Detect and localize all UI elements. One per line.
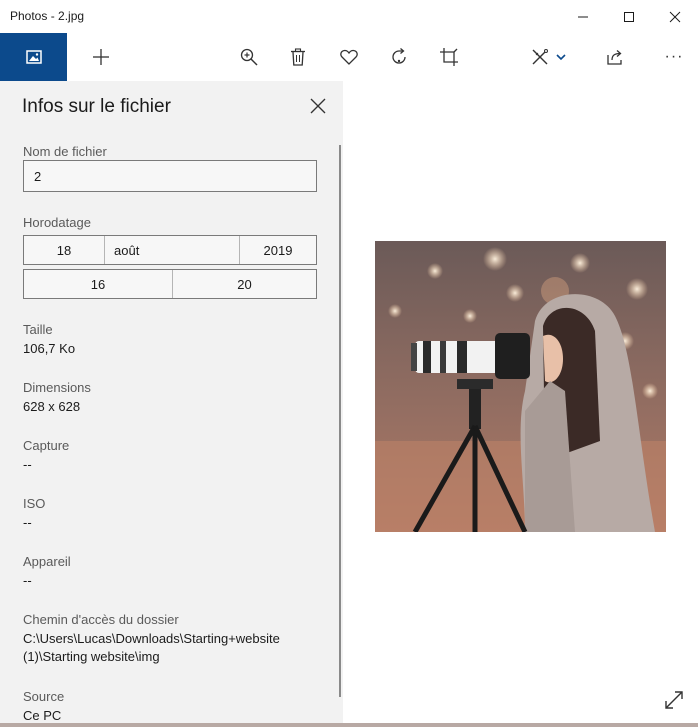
iso-value: -- (23, 515, 32, 530)
date-year[interactable]: 2019 (240, 236, 316, 264)
maximize-button[interactable] (606, 0, 652, 33)
zoom-in-icon (240, 48, 258, 66)
fullscreen-button[interactable] (662, 688, 686, 712)
image-icon (25, 50, 42, 64)
minimize-icon (578, 16, 588, 17)
close-icon (669, 11, 681, 22)
file-info-button[interactable] (0, 33, 67, 81)
add-icon (93, 49, 109, 65)
delete-button[interactable] (275, 33, 321, 81)
more-button[interactable]: ··· (651, 33, 697, 81)
date-month[interactable]: août (114, 236, 139, 264)
minimize-button[interactable] (560, 0, 606, 33)
favorite-icon (340, 49, 358, 65)
photo-woman-with-camera (375, 241, 666, 532)
rotate-button[interactable] (376, 33, 422, 81)
time-hour[interactable]: 16 (24, 270, 172, 298)
crop-icon (440, 48, 458, 66)
crop-button[interactable] (426, 33, 472, 81)
share-icon (607, 50, 622, 65)
filename-label: Nom de fichier (23, 144, 107, 159)
date-picker[interactable]: 18 août 2019 (23, 235, 317, 265)
panel-close-button[interactable] (306, 94, 330, 118)
maximize-icon (624, 11, 634, 22)
delete-icon (291, 48, 305, 66)
title-bar: Photos - 2.jpg (0, 0, 698, 34)
dimensions-value: 628 x 628 (23, 399, 81, 414)
expand-icon (665, 691, 683, 709)
share-button[interactable] (592, 33, 638, 81)
chevron-down-icon (556, 54, 566, 61)
favorite-button[interactable] (326, 33, 372, 81)
size-value: 106,7 Ko (23, 341, 76, 356)
zoom-button[interactable] (226, 33, 272, 81)
date-day[interactable]: 18 (24, 236, 104, 264)
file-info-panel: Infos sur le fichier Nom de fichier 2 Ho… (0, 81, 343, 727)
close-button[interactable] (652, 0, 698, 33)
filename-value: 2 (34, 169, 42, 184)
timestamp-label: Horodatage (23, 215, 91, 230)
more-icon: ··· (664, 48, 684, 65)
filename-input[interactable]: 2 (23, 160, 317, 192)
capture-value: -- (23, 457, 32, 472)
folder-path-line1: C:\Users\Lucas\Downloads\Starting+websit… (23, 631, 280, 646)
panel-scrollbar[interactable] (339, 145, 341, 697)
iso-label: ISO (23, 496, 46, 511)
photo-viewer-image[interactable] (375, 241, 666, 532)
capture-label: Capture (23, 438, 70, 453)
toolbar: ··· (0, 33, 698, 81)
device-label: Appareil (23, 554, 71, 569)
edit-dropdown[interactable] (546, 33, 576, 81)
source-value: Ce PC (23, 708, 62, 723)
device-value: -- (23, 573, 32, 588)
size-label: Taille (23, 322, 53, 337)
source-label: Source (23, 689, 65, 704)
time-picker[interactable]: 16 20 (23, 269, 317, 299)
folder-path-label: Chemin d'accès du dossier (23, 612, 179, 627)
add-button[interactable] (78, 33, 124, 81)
window-bottom-edge (0, 723, 698, 727)
rotate-icon (392, 48, 406, 64)
dimensions-label: Dimensions (23, 380, 91, 395)
window-title: Photos - 2.jpg (10, 9, 85, 23)
date-divider (104, 236, 105, 264)
close-icon (310, 98, 326, 114)
panel-title: Infos sur le fichier (22, 96, 171, 117)
folder-path-line2: (1)\Starting website\img (23, 649, 160, 664)
time-minute[interactable]: 20 (173, 270, 316, 298)
